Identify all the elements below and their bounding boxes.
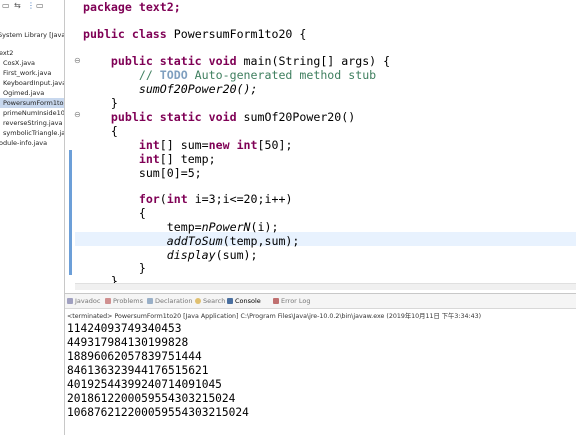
code-line: // TODO Auto-generated method stub xyxy=(83,68,377,82)
tree-item-file[interactable]: First_work.java xyxy=(3,68,51,78)
tab-declaration[interactable]: Declaration xyxy=(147,297,192,305)
code-line: { xyxy=(83,124,118,138)
view-menu-icon[interactable]: ⋮ xyxy=(27,1,35,10)
console-output-line: 449317984130199828 xyxy=(67,336,189,349)
console-output-line: 106876212200059554303215024 xyxy=(67,406,249,419)
tree-item-file-selected[interactable]: PowersumForm1to20 xyxy=(0,98,64,108)
code-line: display(sum); xyxy=(166,248,258,262)
collapse-all-icon[interactable]: ▭ xyxy=(2,1,10,10)
change-indicator xyxy=(69,150,72,275)
console-icon xyxy=(227,298,233,304)
tree-item-module[interactable]: odule-info.java xyxy=(0,138,47,148)
code-line: sumOf20Power20(); xyxy=(83,82,258,96)
bottom-panel: Javadoc Problems Declaration Search Cons… xyxy=(65,293,576,436)
code-line: } xyxy=(83,261,146,275)
fold-icon[interactable]: ⊖ xyxy=(74,110,81,119)
problems-icon xyxy=(105,298,111,304)
console-output-line: 2018612200059554303215024 xyxy=(67,392,236,405)
console-output-line: 40192544399240714091045 xyxy=(67,378,222,391)
tree-item-file[interactable]: CosX.java xyxy=(3,58,35,68)
console-status: <terminated> PowersumForm1to20 [Java App… xyxy=(67,313,482,320)
code-line: addToSum(temp,sum); xyxy=(166,234,300,248)
tab-error-log[interactable]: Error Log xyxy=(273,297,311,305)
tab-javadoc[interactable]: Javadoc xyxy=(67,297,100,305)
panel-tabs: Javadoc Problems Declaration Search Cons… xyxy=(65,294,576,309)
link-editor-icon[interactable]: ⇆ xyxy=(14,1,21,10)
tab-problems[interactable]: Problems xyxy=(105,297,143,305)
code-line: { xyxy=(83,206,146,220)
code-line: public static void sumOf20Power20() xyxy=(83,110,356,124)
error-log-icon xyxy=(273,298,279,304)
code-line: int[] temp; xyxy=(83,152,216,166)
code-line: public class PowersumForm1to20 { xyxy=(83,27,307,41)
console-output-line: 846136323944176515621 xyxy=(67,364,209,377)
tree-item-file[interactable]: symbolicTriangle.java xyxy=(3,128,64,138)
tree-item-file[interactable]: KeyboardInput.java xyxy=(3,78,64,88)
tab-console[interactable]: Console xyxy=(227,297,261,305)
minimize-icon[interactable]: ▭ xyxy=(36,1,44,10)
console-output-line: 11424093749340453 xyxy=(67,322,182,335)
search-icon xyxy=(195,298,201,304)
tab-search[interactable]: Search xyxy=(195,297,225,305)
code-editor[interactable]: ⊖ ⊖ package text2; public class Powersum… xyxy=(65,0,576,290)
horizontal-scrollbar[interactable] xyxy=(75,283,576,290)
console-output-line: 18896062057839751444 xyxy=(67,350,202,363)
code-line: temp=nPowerN(i); xyxy=(83,220,279,234)
fold-icon[interactable]: ⊖ xyxy=(74,56,81,65)
declaration-icon xyxy=(147,298,153,304)
package-explorer: ▭ ⇆ ⋮ ▭ System Library [JavaSE ext2 CosX… xyxy=(0,0,65,435)
code-line: for(int i=3;i<=20;i++) xyxy=(83,192,293,206)
code-line: } xyxy=(83,96,118,110)
tree-item-file[interactable]: Ogimed.java xyxy=(3,88,44,98)
tree-item-file[interactable]: primeNumInside100C xyxy=(3,108,64,118)
code-line: sum[0]=5; xyxy=(83,166,202,180)
tree-item-library[interactable]: System Library [JavaSE xyxy=(0,30,64,40)
tree-item-project[interactable]: ext2 xyxy=(0,48,13,58)
code-line: package text2; xyxy=(83,0,181,14)
explorer-toolbar: ▭ ⇆ ⋮ ▭ xyxy=(0,0,64,14)
code-line: public static void main(String[] args) { xyxy=(83,54,391,68)
tree-item-file[interactable]: reverseString.java xyxy=(3,118,63,128)
javadoc-icon xyxy=(67,298,73,304)
code-line: int[] sum=new int[50]; xyxy=(83,138,293,152)
